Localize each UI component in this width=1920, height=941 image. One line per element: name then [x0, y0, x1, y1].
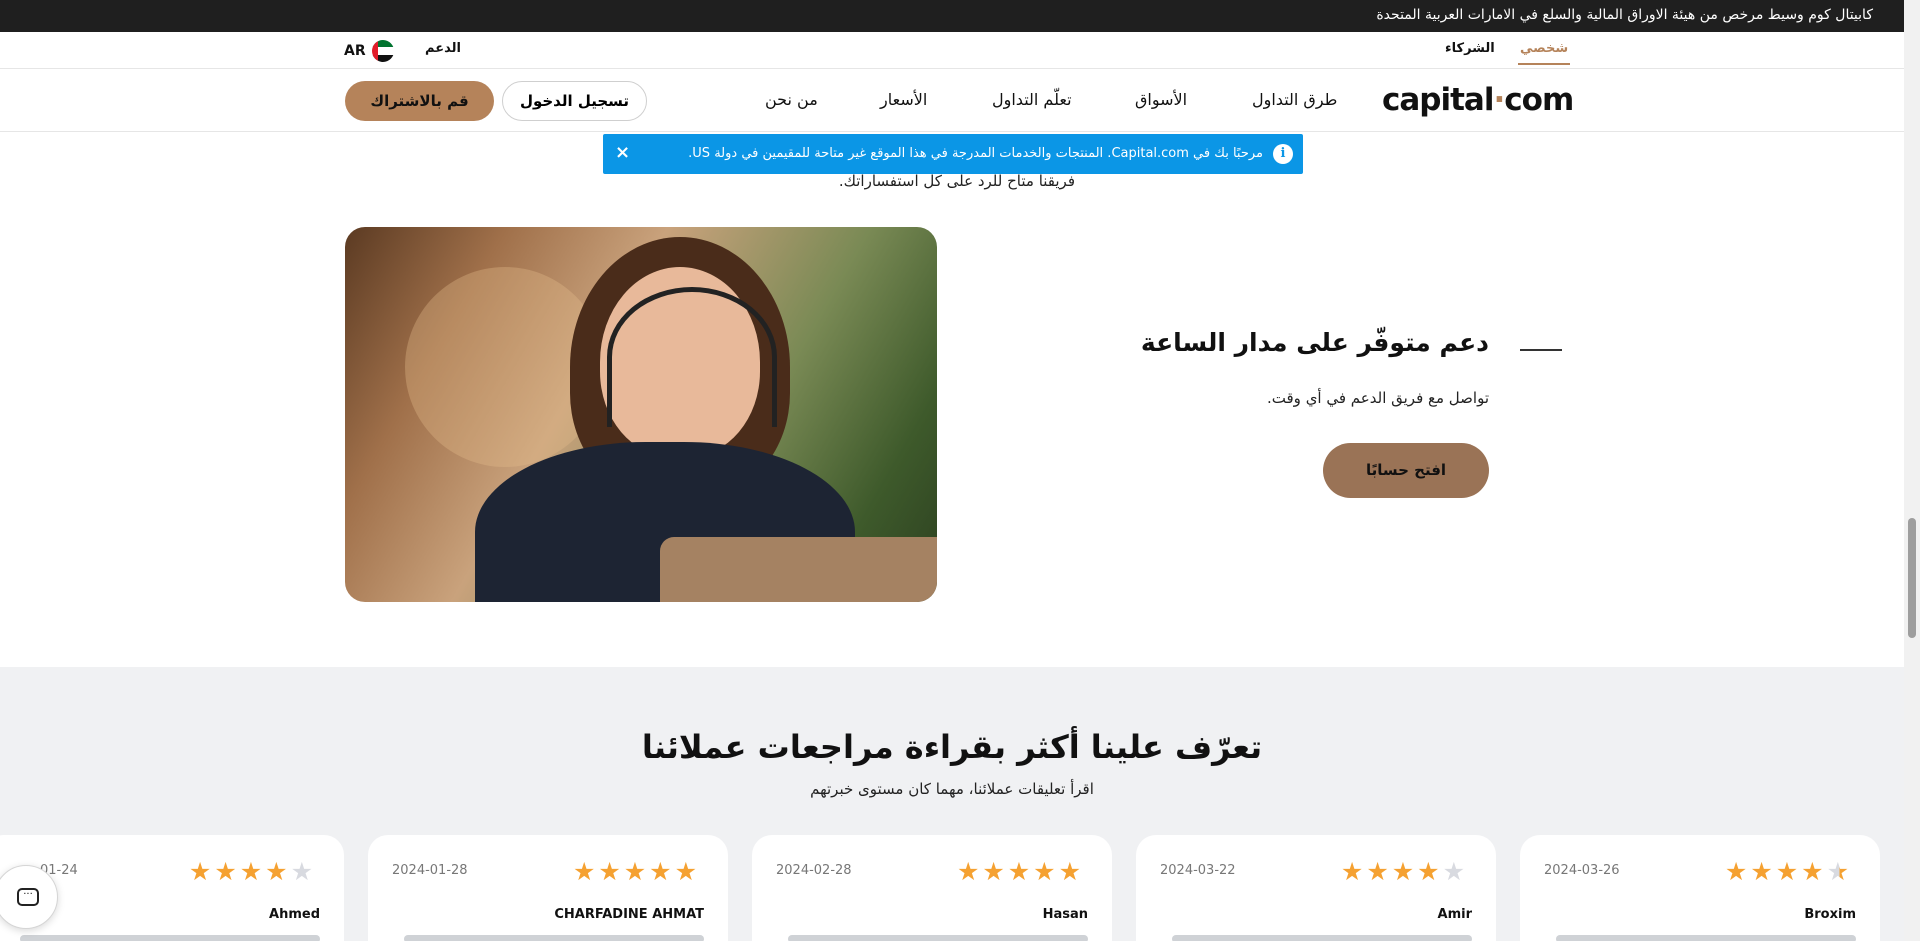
reviews-subtitle: اقرأ تعليقات عملائنا، مهما كان مستوى خبر… [810, 780, 1094, 798]
nav-item-trading-ways[interactable]: طرق التداول [1252, 90, 1337, 109]
language-code: AR [344, 43, 366, 59]
language-selector[interactable]: AR [344, 40, 394, 62]
review-excerpt [1172, 935, 1472, 941]
support-link[interactable]: الدعم [425, 41, 461, 56]
review-date: 2024-03-22 [1160, 863, 1236, 878]
nav-item-prices[interactable]: الأسعار [880, 90, 927, 109]
headset-icon [607, 287, 777, 427]
reviewer-name: Ahmed [269, 907, 320, 922]
review-excerpt [788, 935, 1088, 941]
open-account-button[interactable]: افتح حسابًا [1323, 443, 1489, 498]
section-divider [1520, 349, 1562, 351]
info-icon: i [1273, 144, 1293, 164]
lead-text: فريقنا متاح للرد على كل استفساراتك. [838, 172, 1075, 190]
page-scrollbar[interactable] [1904, 0, 1920, 941]
info-banner: i مرحبًا بك في Capital.com. المنتجات وال… [603, 134, 1303, 174]
reviewer-name: Amir [1437, 907, 1472, 922]
review-excerpt [404, 935, 704, 941]
review-date: 2024-01-28 [392, 863, 468, 878]
reviewer-name: Hasan [1042, 907, 1088, 922]
capital-com-logo[interactable]: capital·com [1382, 82, 1574, 118]
review-excerpt [1556, 935, 1856, 941]
nav-item-learn-trading[interactable]: تعلّم التداول [992, 90, 1072, 109]
star-rating: ★★★★★ [1724, 857, 1852, 886]
main-navigation: capital·com طرق التداول الأسواق تعلّم ال… [0, 70, 1920, 132]
support-agent-photo [345, 227, 937, 602]
star-rating: ★★★★★ [572, 857, 700, 886]
reviewer-name: Broxim [1804, 907, 1856, 922]
login-button[interactable]: تسجيل الدخول [502, 81, 647, 121]
signup-button[interactable]: قم بالاشتراك [345, 81, 494, 121]
star-rating: ★★★★★ [956, 857, 1084, 886]
tab-partners[interactable]: الشركاء [1445, 41, 1495, 56]
review-card[interactable]: 2024-03-26 ★★★★★ Broxim [1520, 835, 1880, 941]
tab-personal[interactable]: شخصي [1517, 41, 1571, 65]
review-excerpt [20, 935, 320, 941]
review-date: 2024-03-26 [1544, 863, 1620, 878]
sub-navigation: شخصي الشركاء الدعم AR [0, 32, 1920, 69]
uae-flag-icon [371, 40, 394, 62]
review-card[interactable]: 2024-01-28 ★★★★★ CHARFADINE AHMAT [368, 835, 728, 941]
review-date: 2024-02-28 [776, 863, 852, 878]
review-card[interactable]: 2024-02-28 ★★★★★ Hasan [752, 835, 1112, 941]
regulatory-text: كابيتال كوم وسيط مرخص من هيئة الاوراق ال… [1376, 7, 1873, 23]
close-icon[interactable]: × [615, 142, 630, 163]
scrollbar-thumb[interactable] [1908, 518, 1916, 638]
reviews-section: تعرّف علينا أكثر بقراءة مراجعات عملائنا … [0, 667, 1904, 941]
nav-item-markets[interactable]: الأسواق [1135, 90, 1187, 109]
review-card[interactable]: 2024-03-22 ★★★★★ Amir [1136, 835, 1496, 941]
regulatory-topbar: كابيتال كوم وسيط مرخص من هيئة الاوراق ال… [0, 0, 1920, 32]
reviews-title: تعرّف علينا أكثر بقراءة مراجعات عملائنا [641, 728, 1263, 766]
section-subtitle: تواصل مع فريق الدعم في أي وقت. [1267, 389, 1489, 407]
nav-item-about-us[interactable]: من نحن [765, 90, 818, 109]
section-title: دعم متوفّر على مدار الساعة [1140, 328, 1489, 357]
info-banner-message: مرحبًا بك في Capital.com. المنتجات والخد… [688, 146, 1263, 161]
reviewer-name: CHARFADINE AHMAT [554, 907, 704, 922]
star-rating: ★★★★★ [188, 857, 316, 886]
star-rating: ★★★★★ [1340, 857, 1468, 886]
chat-icon: ··· [17, 888, 39, 906]
